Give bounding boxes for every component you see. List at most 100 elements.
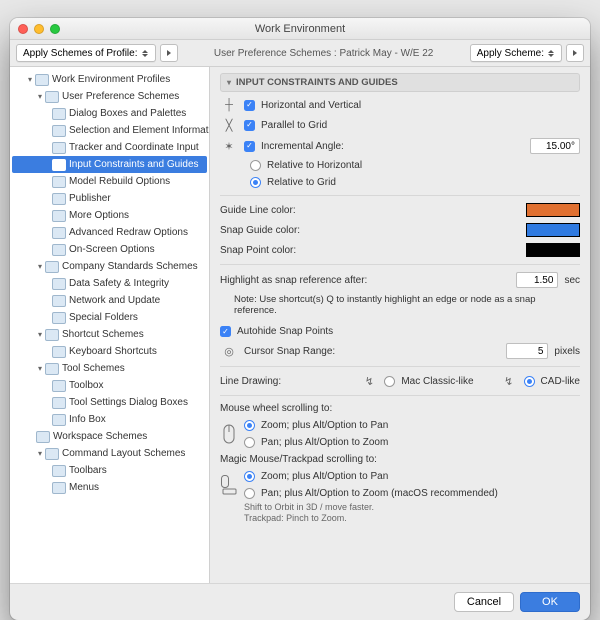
tree-item-icon: [35, 74, 49, 86]
tree-item[interactable]: On-Screen Options: [12, 241, 207, 258]
highlight-delay-input[interactable]: [516, 272, 558, 288]
tree-item[interactable]: Special Folders: [12, 309, 207, 326]
tree-item-icon: [52, 465, 66, 477]
tree-item[interactable]: Toolbox: [12, 377, 207, 394]
tree-item-icon: [52, 193, 66, 205]
incremental-angle-input[interactable]: [530, 138, 580, 154]
disclosure-icon: [227, 77, 231, 88]
disclosure-icon[interactable]: [36, 261, 44, 272]
toolbar-center-text: User Preference Schemes : Patrick May - …: [182, 48, 466, 59]
cad-like-radio[interactable]: [524, 376, 535, 387]
tree-item[interactable]: Keyboard Shortcuts: [12, 343, 207, 360]
tree-item-label: Menus: [69, 482, 99, 493]
tree-item[interactable]: Menus: [12, 479, 207, 496]
tree-item[interactable]: Advanced Redraw Options: [12, 224, 207, 241]
tree-item-icon: [52, 346, 66, 358]
incremental-angle-checkbox[interactable]: [244, 141, 255, 152]
tree-item[interactable]: Model Rebuild Options: [12, 173, 207, 190]
horizontal-vertical-checkbox[interactable]: [244, 100, 255, 111]
tree-item[interactable]: Company Standards Schemes: [12, 258, 207, 275]
tree-item-label: Network and Update: [69, 295, 160, 306]
toolbar: Apply Schemes of Profile: User Preferenc…: [10, 40, 590, 67]
relative-to-grid-radio[interactable]: [250, 177, 261, 188]
tree-item[interactable]: Dialog Boxes and Palettes: [12, 105, 207, 122]
cancel-button[interactable]: Cancel: [454, 592, 514, 612]
disclosure-icon[interactable]: [36, 448, 44, 459]
tree-item[interactable]: Info Box: [12, 411, 207, 428]
tree-item[interactable]: Tool Schemes: [12, 360, 207, 377]
mac-classic-radio[interactable]: [384, 376, 395, 387]
apply-profile-go-button[interactable]: [160, 44, 178, 62]
tree-item[interactable]: Tracker and Coordinate Input: [12, 139, 207, 156]
disclosure-icon[interactable]: [26, 74, 34, 85]
sidebar-tree[interactable]: Work Environment ProfilesUser Preference…: [10, 67, 210, 583]
tree-item[interactable]: More Options: [12, 207, 207, 224]
disclosure-icon[interactable]: [36, 329, 44, 340]
mousewheel-pan-radio[interactable]: [244, 437, 255, 448]
tree-item[interactable]: Data Safety & Integrity: [12, 275, 207, 292]
titlebar[interactable]: Work Environment: [10, 18, 590, 40]
ok-button[interactable]: OK: [520, 592, 580, 612]
cursor-snap-range-icon: ◎: [220, 344, 238, 358]
disclosure-icon[interactable]: [36, 363, 44, 374]
guide-line-color-swatch[interactable]: [526, 203, 580, 217]
tree-item-label: Workspace Schemes: [53, 431, 147, 442]
tree-item-label: Advanced Redraw Options: [69, 227, 188, 238]
tree-item-icon: [52, 295, 66, 307]
tree-item-icon: [52, 312, 66, 324]
tree-item[interactable]: Selection and Element Information: [12, 122, 207, 139]
tree-item-icon: [52, 108, 66, 120]
shortcut-note: Note: Use shortcut(s) Q to instantly hig…: [220, 294, 580, 316]
tree-item[interactable]: User Preference Schemes: [12, 88, 207, 105]
tree-item-icon: [52, 176, 66, 188]
relative-to-horizontal-radio[interactable]: [250, 160, 261, 171]
chevron-updown-icon: [547, 49, 555, 57]
apply-scheme-popup[interactable]: Apply Scheme:: [470, 44, 562, 62]
magic-pan-radio[interactable]: [244, 488, 255, 499]
close-icon[interactable]: [18, 24, 28, 34]
tree-item-label: Tool Schemes: [62, 363, 125, 374]
cad-like-icon: ↯: [500, 374, 518, 388]
mousewheel-zoom-radio[interactable]: [244, 420, 255, 431]
apply-scheme-go-button[interactable]: [566, 44, 584, 62]
apply-schemes-of-profile-popup[interactable]: Apply Schemes of Profile:: [16, 44, 156, 62]
tree-item-icon: [52, 278, 66, 290]
tree-item[interactable]: Tool Settings Dialog Boxes: [12, 394, 207, 411]
tree-item[interactable]: Shortcut Schemes: [12, 326, 207, 343]
tree-item-label: Toolbox: [69, 380, 103, 391]
tree-item[interactable]: Input Constraints and Guides: [12, 156, 207, 173]
tree-item[interactable]: Network and Update: [12, 292, 207, 309]
tree-item-label: Selection and Element Information: [69, 125, 210, 136]
tree-item-icon: [52, 210, 66, 222]
minimize-icon[interactable]: [34, 24, 44, 34]
tree-item[interactable]: Work Environment Profiles: [12, 71, 207, 88]
tree-item-label: More Options: [69, 210, 129, 221]
section-header[interactable]: INPUT CONSTRAINTS AND GUIDES: [220, 73, 580, 92]
tree-item-icon: [52, 125, 66, 137]
tree-item[interactable]: Command Layout Schemes: [12, 445, 207, 462]
parallel-to-grid-checkbox[interactable]: [244, 120, 255, 131]
disclosure-icon[interactable]: [36, 91, 44, 102]
tree-item[interactable]: Workspace Schemes: [12, 428, 207, 445]
tree-item-label: Model Rebuild Options: [69, 176, 170, 187]
snap-point-color-swatch[interactable]: [526, 243, 580, 257]
chevron-updown-icon: [141, 49, 149, 57]
tree-item-icon: [45, 448, 59, 460]
dialog-footer: Cancel OK: [10, 583, 590, 620]
mouse-icon: [220, 420, 238, 448]
maximize-icon[interactable]: [50, 24, 60, 34]
tree-item-icon: [52, 414, 66, 426]
snap-guide-color-swatch[interactable]: [526, 223, 580, 237]
angle-glyph-icon: ✶: [220, 139, 238, 153]
magic-zoom-radio[interactable]: [244, 471, 255, 482]
cursor-snap-range-input[interactable]: [506, 343, 548, 359]
content-pane: INPUT CONSTRAINTS AND GUIDES ┼ Horizonta…: [210, 67, 590, 583]
tree-item[interactable]: Toolbars: [12, 462, 207, 479]
tree-item-icon: [52, 482, 66, 494]
tree-item-label: Toolbars: [69, 465, 107, 476]
tree-item-label: Info Box: [69, 414, 106, 425]
tree-item[interactable]: Publisher: [12, 190, 207, 207]
tree-item-label: Data Safety & Integrity: [69, 278, 169, 289]
autohide-snap-points-checkbox[interactable]: [220, 326, 231, 337]
trackpad-icon: [220, 471, 238, 499]
